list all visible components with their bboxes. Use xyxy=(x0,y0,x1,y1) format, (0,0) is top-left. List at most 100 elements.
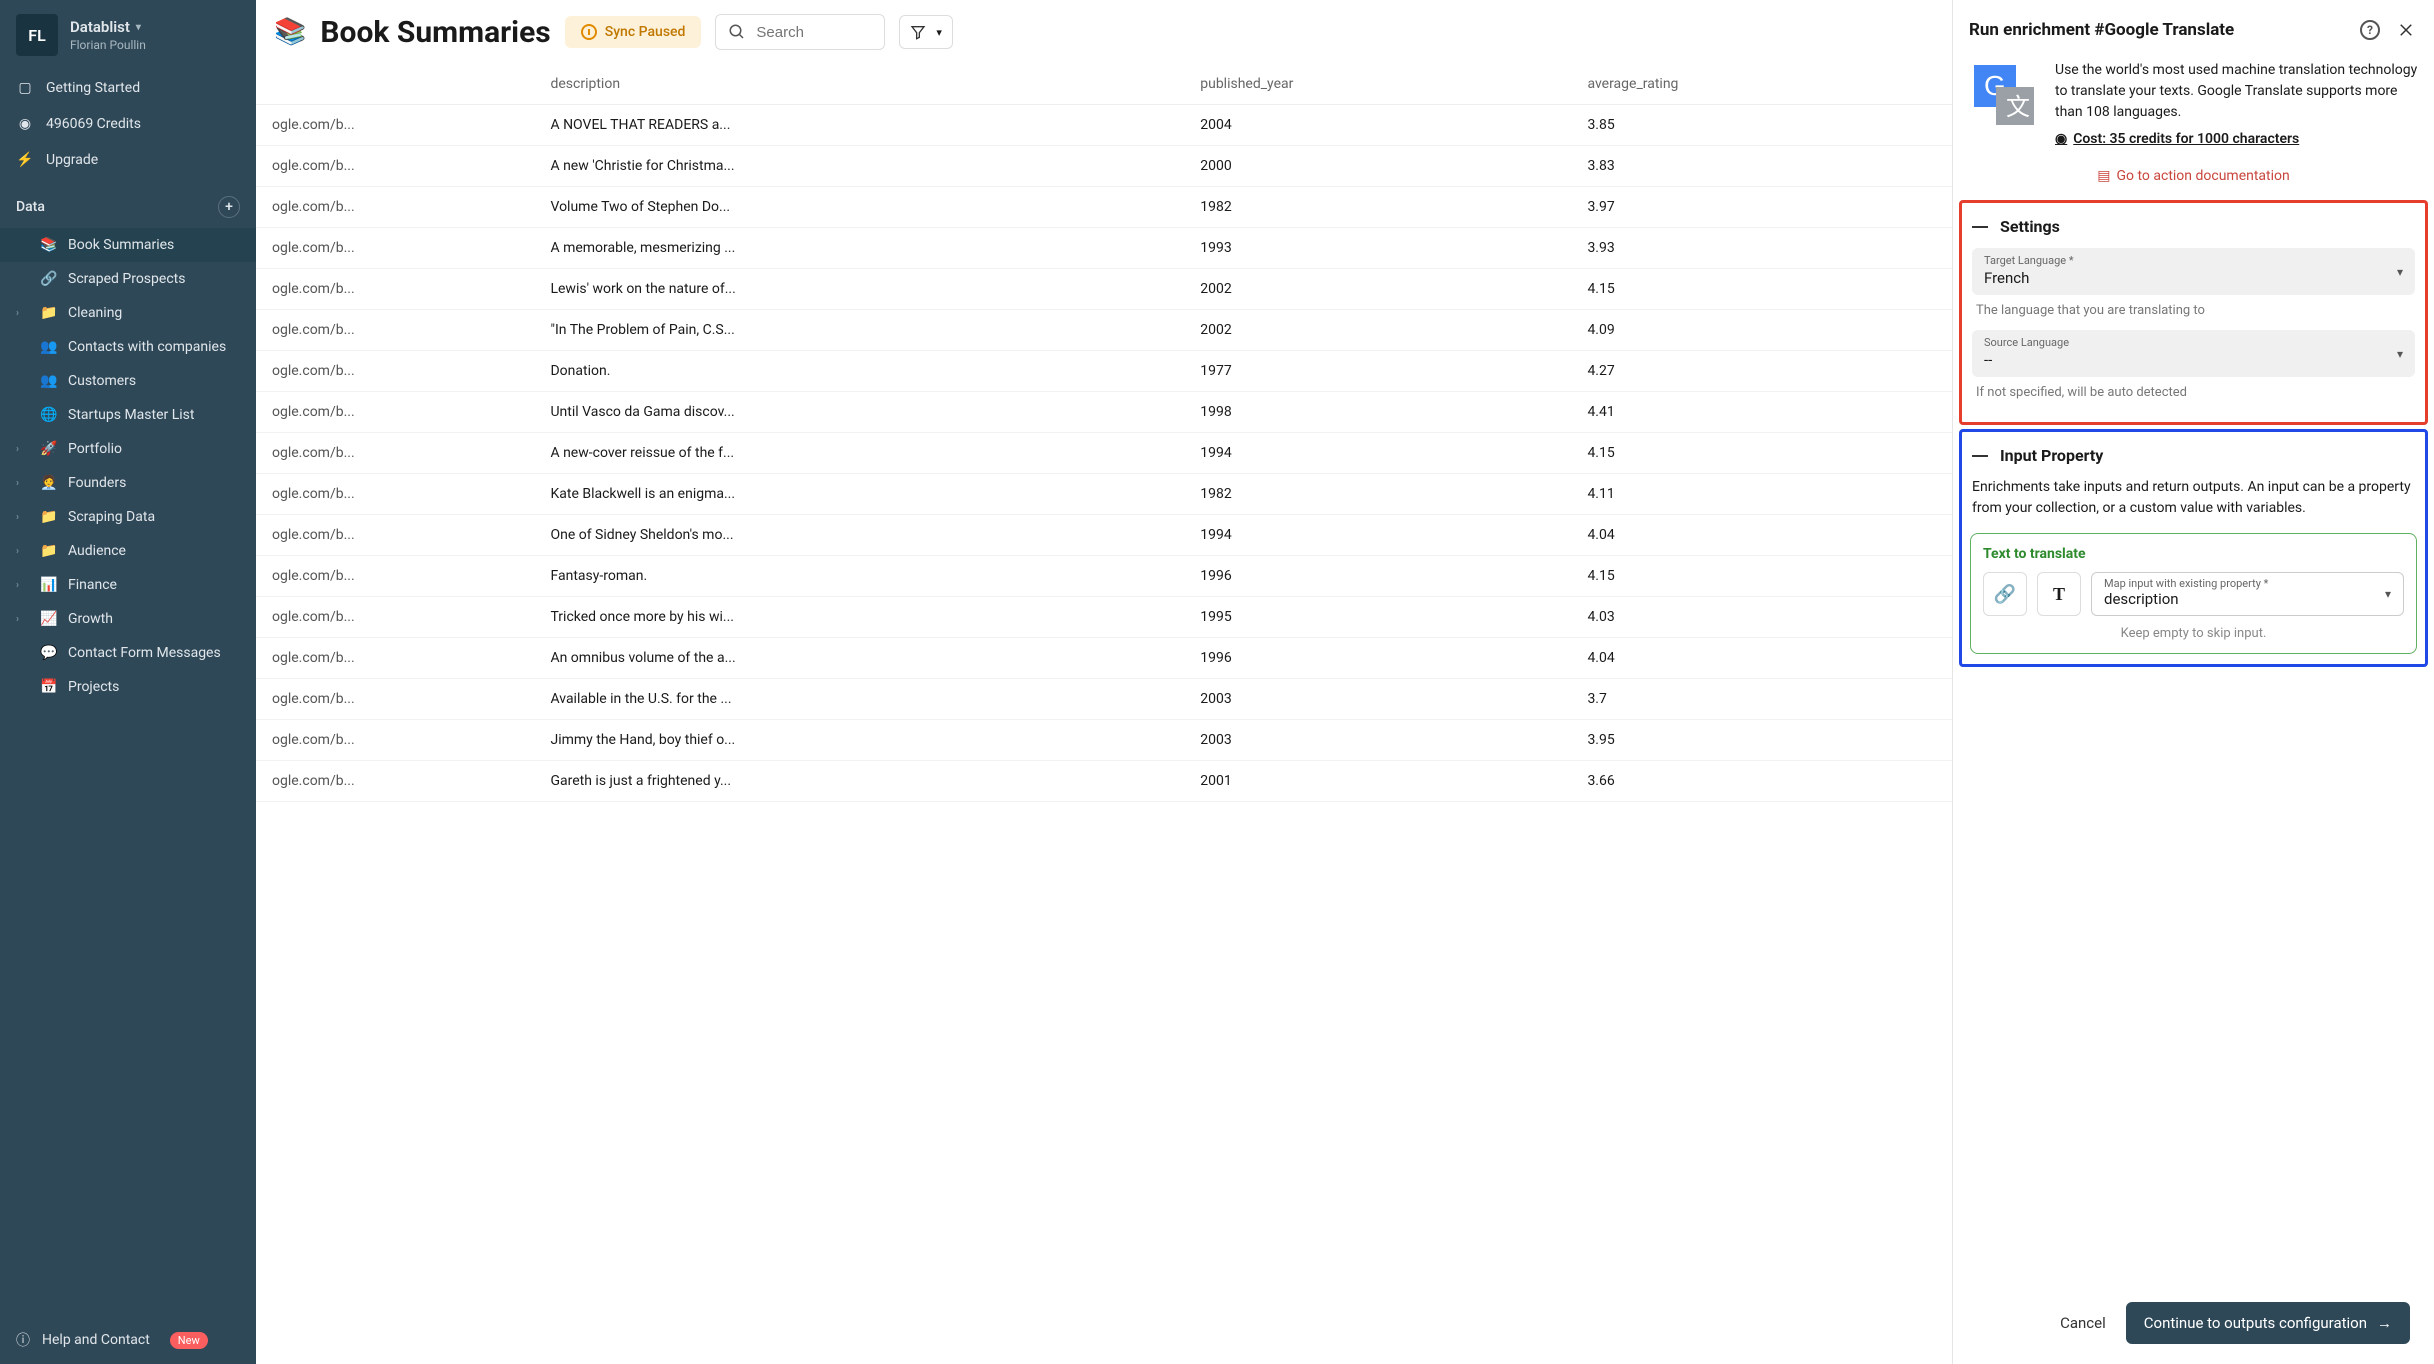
documentation-link[interactable]: ▤ Go to action documentation xyxy=(1953,162,2434,198)
nav-help[interactable]: ⓘ Help and Contact New xyxy=(0,1316,256,1364)
cell-description[interactable]: One of Sidney Sheldon's mo... xyxy=(534,515,1184,556)
col-header-description[interactable]: description xyxy=(534,64,1184,105)
cell-description[interactable]: A new 'Christie for Christma... xyxy=(534,146,1184,187)
cell-published-year[interactable]: 1977 xyxy=(1184,351,1571,392)
cell-description[interactable]: Donation. xyxy=(534,351,1184,392)
cell-average-rating[interactable]: 4.27 xyxy=(1571,351,1952,392)
cost-link[interactable]: ◉ Cost: 35 credits for 1000 characters xyxy=(2055,129,2418,150)
table-row[interactable]: ogle.com/b...Jimmy the Hand, boy thief o… xyxy=(256,720,1952,761)
cell-url[interactable]: ogle.com/b... xyxy=(256,597,534,638)
table-row[interactable]: ogle.com/b...Volume Two of Stephen Do...… xyxy=(256,187,1952,228)
col-header-published-year[interactable]: published_year xyxy=(1184,64,1571,105)
cell-url[interactable]: ogle.com/b... xyxy=(256,474,534,515)
cell-published-year[interactable]: 2003 xyxy=(1184,679,1571,720)
table-row[interactable]: ogle.com/b...Until Vasco da Gama discov.… xyxy=(256,392,1952,433)
text-mode-button[interactable]: T xyxy=(2037,572,2081,616)
cell-url[interactable]: ogle.com/b... xyxy=(256,146,534,187)
property-select[interactable]: Map input with existing property * descr… xyxy=(2091,572,2404,616)
cell-description[interactable]: Kate Blackwell is an enigma... xyxy=(534,474,1184,515)
col-header[interactable] xyxy=(256,64,534,105)
cell-average-rating[interactable]: 3.97 xyxy=(1571,187,1952,228)
cell-average-rating[interactable]: 4.41 xyxy=(1571,392,1952,433)
sidebar-list-item[interactable]: 🌐Startups Master List xyxy=(0,398,256,432)
table-row[interactable]: ogle.com/b...One of Sidney Sheldon's mo.… xyxy=(256,515,1952,556)
cell-published-year[interactable]: 1994 xyxy=(1184,515,1571,556)
cell-url[interactable]: ogle.com/b... xyxy=(256,351,534,392)
help-button[interactable]: ? xyxy=(2358,18,2382,42)
sidebar-list-item[interactable]: 👥Customers xyxy=(0,364,256,398)
cell-url[interactable]: ogle.com/b... xyxy=(256,228,534,269)
cell-url[interactable]: ogle.com/b... xyxy=(256,556,534,597)
cell-description[interactable]: Tricked once more by his wi... xyxy=(534,597,1184,638)
cell-average-rating[interactable]: 4.03 xyxy=(1571,597,1952,638)
table-row[interactable]: ogle.com/b...Kate Blackwell is an enigma… xyxy=(256,474,1952,515)
table-row[interactable]: ogle.com/b...An omnibus volume of the a.… xyxy=(256,638,1952,679)
sidebar-list-item[interactable]: ›📁Audience xyxy=(0,534,256,568)
table-row[interactable]: ogle.com/b...Gareth is just a frightened… xyxy=(256,761,1952,802)
cell-description[interactable]: A NOVEL THAT READERS a... xyxy=(534,105,1184,146)
cell-published-year[interactable]: 1994 xyxy=(1184,433,1571,474)
cell-description[interactable]: An omnibus volume of the a... xyxy=(534,638,1184,679)
target-language-select[interactable]: Target Language * French ▾ xyxy=(1972,248,2415,295)
sidebar-list-item[interactable]: 🔗Scraped Prospects xyxy=(0,262,256,296)
cell-url[interactable]: ogle.com/b... xyxy=(256,761,534,802)
cell-published-year[interactable]: 2004 xyxy=(1184,105,1571,146)
cell-url[interactable]: ogle.com/b... xyxy=(256,515,534,556)
cell-published-year[interactable]: 1993 xyxy=(1184,228,1571,269)
cell-description[interactable]: Fantasy-roman. xyxy=(534,556,1184,597)
nav-upgrade[interactable]: ⚡ Upgrade xyxy=(0,142,256,178)
cancel-button[interactable]: Cancel xyxy=(2060,1314,2106,1332)
cell-description[interactable]: A new-cover reissue of the f... xyxy=(534,433,1184,474)
search-box[interactable] xyxy=(715,14,885,50)
table-row[interactable]: ogle.com/b...Available in the U.S. for t… xyxy=(256,679,1952,720)
cell-description[interactable]: Gareth is just a frightened y... xyxy=(534,761,1184,802)
user-avatar[interactable]: FL xyxy=(16,14,58,56)
sidebar-list-item[interactable]: ›📈Growth xyxy=(0,602,256,636)
cell-url[interactable]: ogle.com/b... xyxy=(256,638,534,679)
table-row[interactable]: ogle.com/b...A memorable, mesmerizing ..… xyxy=(256,228,1952,269)
cell-url[interactable]: ogle.com/b... xyxy=(256,187,534,228)
sidebar-list-item[interactable]: 👥Contacts with companies xyxy=(0,330,256,364)
cell-description[interactable]: Volume Two of Stephen Do... xyxy=(534,187,1184,228)
cell-description[interactable]: Until Vasco da Gama discov... xyxy=(534,392,1184,433)
cell-published-year[interactable]: 1995 xyxy=(1184,597,1571,638)
cell-published-year[interactable]: 2001 xyxy=(1184,761,1571,802)
workspace-switcher[interactable]: Datablist ▾ xyxy=(70,18,146,36)
cell-url[interactable]: ogle.com/b... xyxy=(256,105,534,146)
collapse-icon[interactable] xyxy=(1972,226,1988,228)
cell-published-year[interactable]: 1982 xyxy=(1184,474,1571,515)
cell-published-year[interactable]: 2003 xyxy=(1184,720,1571,761)
add-list-button[interactable]: + xyxy=(218,196,240,218)
cell-description[interactable]: Available in the U.S. for the ... xyxy=(534,679,1184,720)
link-mode-button[interactable]: 🔗 xyxy=(1983,572,2027,616)
sidebar-list-item[interactable]: ›📊Finance xyxy=(0,568,256,602)
sidebar-list-item[interactable]: 📅Projects xyxy=(0,670,256,704)
cell-average-rating[interactable]: 4.04 xyxy=(1571,515,1952,556)
table-row[interactable]: ogle.com/b...A NOVEL THAT READERS a...20… xyxy=(256,105,1952,146)
table-row[interactable]: ogle.com/b...Tricked once more by his wi… xyxy=(256,597,1952,638)
cell-average-rating[interactable]: 3.95 xyxy=(1571,720,1952,761)
sidebar-list-item[interactable]: ›🚀Portfolio xyxy=(0,432,256,466)
cell-published-year[interactable]: 1982 xyxy=(1184,187,1571,228)
search-input[interactable] xyxy=(756,24,872,41)
sidebar-list-item[interactable]: ›🧑‍💼Founders xyxy=(0,466,256,500)
col-header-average-rating[interactable]: average_rating xyxy=(1571,64,1952,105)
sidebar-list-item[interactable]: ›📁Cleaning xyxy=(0,296,256,330)
cell-url[interactable]: ogle.com/b... xyxy=(256,679,534,720)
table-row[interactable]: ogle.com/b...A new-cover reissue of the … xyxy=(256,433,1952,474)
sidebar-list-item[interactable]: ›📁Scraping Data xyxy=(0,500,256,534)
cell-published-year[interactable]: 2002 xyxy=(1184,269,1571,310)
continue-button[interactable]: Continue to outputs configuration → xyxy=(2126,1302,2410,1344)
sync-status[interactable]: Sync Paused xyxy=(565,16,702,48)
cell-average-rating[interactable]: 3.66 xyxy=(1571,761,1952,802)
cell-average-rating[interactable]: 4.09 xyxy=(1571,310,1952,351)
cell-published-year[interactable]: 2002 xyxy=(1184,310,1571,351)
source-language-select[interactable]: Source Language -- ▾ xyxy=(1972,330,2415,377)
filter-button[interactable]: ▾ xyxy=(899,15,953,49)
cell-url[interactable]: ogle.com/b... xyxy=(256,392,534,433)
cell-average-rating[interactable]: 3.93 xyxy=(1571,228,1952,269)
nav-getting-started[interactable]: ▢ Getting Started xyxy=(0,70,256,106)
cell-average-rating[interactable]: 3.7 xyxy=(1571,679,1952,720)
cell-url[interactable]: ogle.com/b... xyxy=(256,433,534,474)
table-row[interactable]: ogle.com/b...Donation.19774.27 xyxy=(256,351,1952,392)
